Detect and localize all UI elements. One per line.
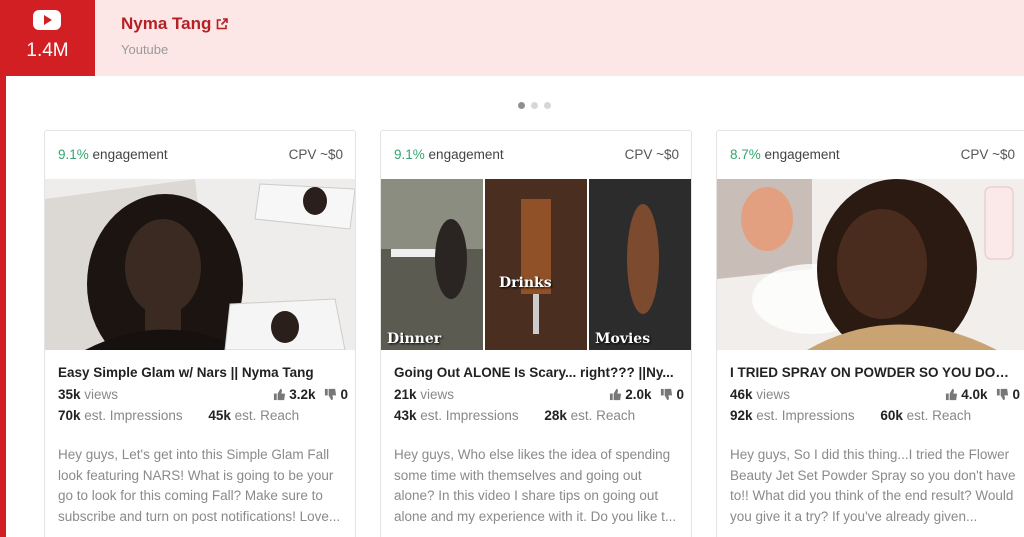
thumbnail-caption: Movies [595,331,651,347]
video-title[interactable]: Going Out ALONE Is Scary... right??? ||N… [394,365,680,380]
video-thumbnail[interactable]: Dinner Drinks Movies [381,179,691,350]
carousel-dot-3[interactable] [544,102,551,109]
platform-tile: 1.4M [0,0,95,76]
engagement-stat: 9.1% engagement [58,147,168,162]
carousel-dot-2[interactable] [531,102,538,109]
thumbnail-caption: Drinks [499,275,552,291]
likes-stat: 2.0k 0 [609,387,684,402]
carousel-dots[interactable] [518,102,551,109]
card-metrics: 9.1% engagement CPV ~$0 [45,131,355,179]
reach-row: 43k est. Impressions 28k est. Reach [394,408,636,423]
youtube-icon [33,10,61,30]
video-card[interactable]: 8.7% engagement CPV ~$0 I TRIED SPRAY ON… [716,130,1024,537]
likes-stat: 3.2k 0 [273,387,348,402]
thumbs-up-icon [274,388,286,401]
video-description: Hey guys, So I did this thing...I tried … [730,447,1016,524]
video-title[interactable]: Easy Simple Glam w/ Nars || Nyma Tang [58,365,344,380]
reach-row: 70k est. Impressions 45k est. Reach [58,408,300,423]
accent-bar [0,0,6,537]
thumbs-down-icon [661,388,673,401]
video-card[interactable]: 9.1% engagement CPV ~$0 Easy Simple Glam… [44,130,356,537]
platform-label: Youtube [121,42,169,57]
creator-name-link[interactable]: Nyma Tang [121,14,229,34]
card-details: Easy Simple Glam w/ Nars || Nyma Tang 35… [58,365,348,527]
external-link-icon[interactable] [215,17,229,31]
thumbs-up-icon [946,388,958,401]
creator-header: 1.4M Nyma Tang Youtube [0,0,1024,76]
video-thumbnail[interactable] [45,179,355,350]
views-row: 46k views 4.0k 0 [730,387,1020,402]
cpv-stat: CPV ~$0 [288,147,343,162]
card-details: I TRIED SPRAY ON POWDER SO YOU DON'... 4… [730,365,1020,527]
card-details: Going Out ALONE Is Scary... right??? ||N… [394,365,684,527]
video-description: Hey guys, Let's get into this Simple Gla… [58,447,341,524]
card-metrics: 9.1% engagement CPV ~$0 [381,131,691,179]
carousel-dot-1[interactable] [518,102,525,109]
video-description: Hey guys, Who else likes the idea of spe… [394,447,677,524]
reach-row: 92k est. Impressions 60k est. Reach [730,408,972,423]
follower-count: 1.4M [26,40,69,61]
likes-stat: 4.0k 0 [945,387,1020,402]
cpv-stat: CPV ~$0 [624,147,679,162]
thumbs-down-icon [325,388,337,401]
creator-name[interactable]: Nyma Tang [121,14,211,34]
video-thumbnail[interactable] [717,179,1024,350]
card-metrics: 8.7% engagement CPV ~$0 [717,131,1024,179]
engagement-stat: 9.1% engagement [394,147,504,162]
views-row: 21k views 2.0k 0 [394,387,684,402]
thumbs-down-icon [997,388,1009,401]
video-title[interactable]: I TRIED SPRAY ON POWDER SO YOU DON'... [730,365,1016,380]
thumbnail-caption: Dinner [387,331,442,347]
video-card[interactable]: 9.1% engagement CPV ~$0 Dinner Drinks Mo… [380,130,692,537]
engagement-stat: 8.7% engagement [730,147,840,162]
thumbs-up-icon [610,388,622,401]
views-row: 35k views 3.2k 0 [58,387,348,402]
cpv-stat: CPV ~$0 [960,147,1015,162]
